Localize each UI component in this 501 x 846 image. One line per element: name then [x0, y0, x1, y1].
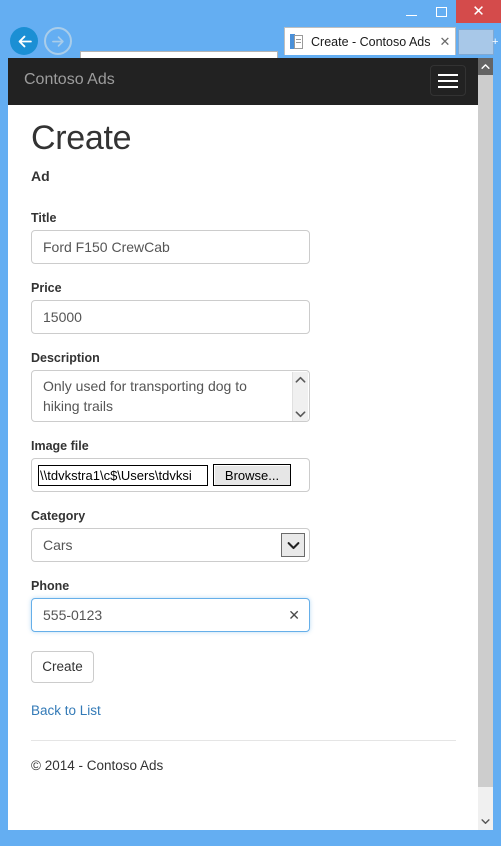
field-title: Title Ford F150 CrewCab	[31, 211, 451, 264]
file-input-wrapper[interactable]: \\tdvkstra1\c$\Users\tdvksi Browse...	[31, 458, 310, 492]
brand-link[interactable]: Contoso Ads	[24, 71, 115, 89]
clear-input-icon[interactable]: ✕	[288, 599, 300, 631]
phone-value: 555-0123	[43, 607, 103, 623]
title-bar: ✕	[0, 0, 501, 24]
create-button[interactable]: Create	[31, 651, 94, 683]
chevron-up-icon	[481, 64, 490, 69]
chevron-up-icon[interactable]	[295, 375, 306, 384]
category-selected-value: Cars	[43, 537, 73, 553]
scroll-down-button[interactable]	[478, 813, 493, 830]
label-title: Title	[31, 211, 57, 225]
minimize-icon	[405, 14, 417, 16]
title-input[interactable]: Ford F150 CrewCab	[31, 230, 310, 264]
create-ad-form: Title Ford F150 CrewCab Price 15000 Desc…	[31, 211, 451, 718]
hamburger-menu-icon[interactable]	[430, 65, 466, 96]
app-navbar: Contoso Ads	[8, 58, 478, 105]
label-image-file: Image file	[31, 439, 89, 453]
field-image-file: Image file \\tdvkstra1\c$\Users\tdvksi B…	[31, 439, 451, 492]
tab-page-icon	[290, 34, 303, 49]
close-window-button[interactable]: ✕	[456, 0, 501, 23]
label-price: Price	[31, 281, 62, 295]
scroll-up-button[interactable]	[478, 58, 493, 75]
label-description: Description	[31, 351, 100, 365]
maximize-button[interactable]	[426, 0, 456, 23]
category-select[interactable]: Cars	[31, 528, 310, 562]
new-tab-button[interactable]	[458, 29, 494, 55]
description-textarea[interactable]: Only used for transporting dog to hiking…	[31, 370, 310, 422]
page-subtitle: Ad	[31, 168, 50, 184]
phone-input[interactable]: 555-0123 ✕	[31, 598, 310, 632]
tab-title: Create - Contoso Ads	[311, 34, 431, 49]
close-icon: ✕	[472, 3, 485, 20]
browser-tab[interactable]: Create - Contoso Ads ✕	[284, 27, 456, 55]
chevron-down-icon	[481, 819, 490, 824]
description-text: Only used for transporting dog to hiking…	[43, 378, 247, 414]
maximize-icon	[435, 6, 447, 17]
page-title: Create	[31, 119, 132, 157]
page-viewport: Contoso Ads Create Ad Title Ford F150 Cr…	[8, 58, 493, 830]
footer-divider	[31, 740, 456, 741]
browse-button[interactable]: Browse...	[213, 464, 291, 486]
new-tab-plus-icon: +	[492, 36, 499, 48]
browser-window: ✕ http://localhost:30351,	[0, 0, 501, 846]
field-category: Category Cars	[31, 509, 451, 562]
back-to-list-link[interactable]: Back to List	[31, 703, 451, 718]
minimize-button[interactable]	[396, 0, 426, 23]
label-phone: Phone	[31, 579, 70, 593]
scrollbar-thumb[interactable]	[478, 75, 493, 787]
select-chevron-down-icon[interactable]	[281, 533, 305, 557]
page-content: Create Ad Title Ford F150 CrewCab Price …	[8, 105, 478, 773]
label-category: Category	[31, 509, 86, 523]
field-price: Price 15000	[31, 281, 451, 334]
price-input[interactable]: 15000	[31, 300, 310, 334]
field-description: Description Only used for transporting d…	[31, 351, 451, 422]
file-path-input[interactable]: \\tdvkstra1\c$\Users\tdvksi	[38, 464, 208, 486]
footer-copyright: © 2014 - Contoso Ads	[31, 758, 164, 773]
tab-close-button[interactable]: ✕	[435, 34, 455, 50]
chevron-down-icon[interactable]	[295, 410, 306, 419]
field-phone: Phone 555-0123 ✕	[31, 579, 451, 632]
page-scrollbar[interactable]	[478, 58, 493, 830]
tab-strip: Create - Contoso Ads ✕ +	[0, 27, 501, 58]
textarea-scrollbar[interactable]	[292, 372, 308, 421]
